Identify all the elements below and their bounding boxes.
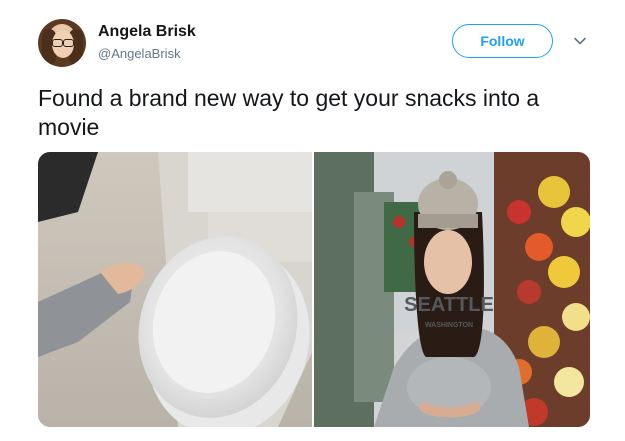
shirt-text: SEATTLE — [404, 294, 494, 316]
follow-button[interactable]: Follow — [452, 24, 553, 58]
tweet-photo-1[interactable] — [38, 152, 312, 427]
user-handle[interactable]: @AngelaBrisk — [98, 46, 181, 61]
tweet-photo-2[interactable]: SEATTLE WASHINGTON — [314, 152, 590, 427]
tweet-card: Angela Brisk @AngelaBrisk Follow Found a… — [0, 0, 625, 441]
avatar[interactable] — [38, 19, 86, 67]
chevron-down-icon[interactable] — [572, 33, 588, 49]
tweet-text: Found a brand new way to get your snacks… — [38, 85, 540, 140]
user-name[interactable]: Angela Brisk — [98, 23, 196, 41]
shirt-subtext: WASHINGTON — [425, 322, 473, 329]
